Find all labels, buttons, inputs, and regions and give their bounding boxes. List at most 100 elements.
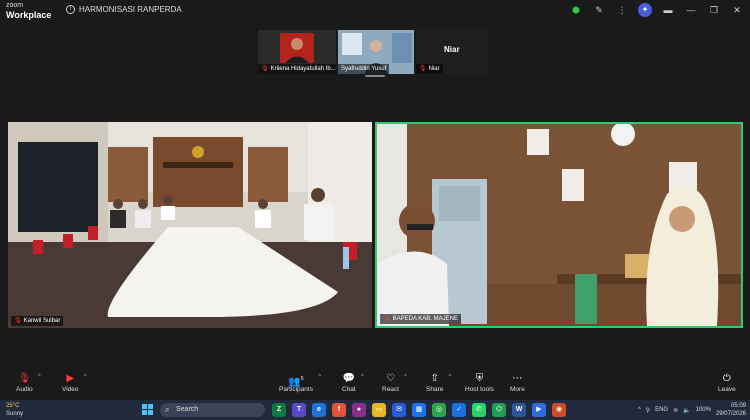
- weather-condition: Sunny: [6, 411, 24, 417]
- chevron-up-icon[interactable]: ^: [361, 374, 364, 380]
- apps-icon[interactable]: ⋮: [615, 3, 629, 17]
- volume-icon[interactable]: 🔈: [683, 407, 690, 414]
- share-label: Share: [426, 386, 444, 393]
- host-tools-button[interactable]: ⛨ Host tools: [465, 372, 494, 393]
- info-icon[interactable]: i: [66, 5, 75, 14]
- clock-time: 05:09: [730, 403, 746, 409]
- mic-muted-icon: 🎙: [261, 66, 269, 72]
- edit-icon[interactable]: ✎: [592, 3, 606, 17]
- language-indicator[interactable]: ENG: [655, 407, 668, 413]
- taskbar-app-icon[interactable]: T: [292, 403, 306, 417]
- security-shield-icon[interactable]: ⬢: [569, 3, 583, 17]
- react-label: React: [382, 386, 399, 393]
- audio-label: Audio: [16, 386, 33, 393]
- windows-start-icon[interactable]: [142, 404, 153, 415]
- ai-companion-icon[interactable]: ✦: [638, 3, 652, 17]
- chrome-icon[interactable]: ◉: [552, 403, 566, 417]
- react-button[interactable]: ♡ React ^: [382, 372, 407, 393]
- meeting-info[interactable]: i HARMONISASI RANPERDA: [66, 5, 182, 14]
- heart-icon: ♡: [386, 373, 395, 384]
- title-bar: zoom Workplace i HARMONISASI RANPERDA ⬢ …: [0, 0, 750, 22]
- file-explorer-icon[interactable]: ▭: [372, 403, 386, 417]
- meeting-title: HARMONISASI RANPERDA: [79, 5, 182, 14]
- chevron-up-icon[interactable]: ^: [638, 407, 641, 413]
- participants-button[interactable]: 👥5 Participants ^: [279, 372, 321, 393]
- taskbar-app-icon[interactable]: ✓: [452, 403, 466, 417]
- mail-icon[interactable]: ✉: [392, 403, 406, 417]
- zoom-taskbar-icon[interactable]: ▶: [532, 403, 546, 417]
- participants-icon: 👥5: [288, 376, 304, 388]
- taskbar-app-icon[interactable]: Z: [272, 403, 286, 417]
- wifi-icon[interactable]: ≋: [673, 407, 678, 414]
- zoom-logo: zoom Workplace: [6, 2, 52, 20]
- brand-line1: zoom: [6, 2, 24, 9]
- conference-room-video: [8, 122, 372, 328]
- meeting-toolbar: 🎙 Audio ^ ▶ Video ^ 👥5 Participants ^ 💬 …: [0, 370, 750, 400]
- participant-thumbnail[interactable]: 🎙 Kriiena Hidayatullah Ib...: [258, 30, 336, 74]
- system-tray: ^ ⚲ ENG ≋ 🔈 100% 05:09 29/07/2026: [638, 402, 746, 418]
- leave-label: Leave: [718, 386, 736, 393]
- chat-label: Chat: [342, 386, 356, 393]
- tile-name: BAPEDA KAB. MAJENE: [392, 316, 458, 322]
- clock[interactable]: 05:09 29/07/2026: [716, 402, 746, 418]
- clock-date: 29/07/2026: [715, 411, 746, 417]
- video-tile-active[interactable]: 🎙 BAPEDA KAB. MAJENE: [375, 122, 743, 328]
- search-icon: ⌕: [165, 405, 170, 414]
- weather-widget[interactable]: 25°C Sunny: [6, 402, 23, 418]
- leave-icon: ⏻: [722, 373, 731, 384]
- window-controls: ⬢ ✎ ⋮ ✦ ▬ — ❐ ✕: [569, 3, 744, 17]
- whatsapp-icon[interactable]: ✆: [472, 403, 486, 417]
- participant-name: Niar: [428, 66, 440, 72]
- chevron-up-icon[interactable]: ^: [318, 374, 321, 380]
- word-icon[interactable]: W: [512, 403, 526, 417]
- taskbar-app-icon[interactable]: ●: [352, 403, 366, 417]
- chevron-up-icon[interactable]: ^: [449, 374, 452, 380]
- chevron-up-icon[interactable]: ^: [38, 374, 41, 380]
- chat-icon: 💬: [342, 373, 356, 384]
- video-tile[interactable]: 🎙 Kanwil Sulbar: [8, 122, 372, 328]
- video-button[interactable]: ▶ Video ^: [62, 372, 87, 393]
- taskbar-app-icon[interactable]: ▦: [412, 403, 426, 417]
- chevron-up-icon[interactable]: ^: [404, 374, 407, 380]
- participant-thumbnail[interactable]: Syafruddin Yusuf: [338, 30, 414, 74]
- weather-temp: 25°C: [6, 403, 20, 409]
- brand-line2: Workplace: [6, 10, 52, 20]
- tile-name-label: 🎙 BAPEDA KAB. MAJENE: [380, 314, 461, 324]
- restore-icon[interactable]: ❐: [707, 3, 721, 17]
- participant-display-name: Niar: [444, 45, 460, 54]
- more-label: More: [510, 386, 525, 393]
- notes-icon[interactable]: ▬: [661, 3, 675, 17]
- mic-muted-icon: 🎙: [419, 66, 427, 72]
- taskbar-search[interactable]: ⌕ Search: [160, 403, 265, 417]
- participants-label: Participants: [279, 386, 313, 393]
- chevron-up-icon[interactable]: ^: [84, 374, 87, 380]
- host-tools-label: Host tools: [465, 386, 494, 393]
- video-label: Video: [62, 386, 79, 393]
- taskbar-app-icon[interactable]: ⌬: [492, 403, 506, 417]
- share-button[interactable]: ⇧ Share ^: [426, 372, 451, 393]
- participants-count: 5: [300, 376, 304, 382]
- firefox-icon[interactable]: f: [332, 403, 346, 417]
- share-screen-icon: ⇧: [430, 373, 439, 384]
- mic-muted-icon: 🎙: [14, 318, 22, 324]
- shield-icon: ⛨: [475, 373, 484, 384]
- windows-taskbar: 25°C Sunny ⌕ Search Z T e f ● ▭ ✉ ▦ ◎ ✓ …: [0, 400, 750, 420]
- chat-button[interactable]: 💬 Chat ^: [342, 372, 364, 393]
- chrome-icon[interactable]: ◎: [432, 403, 446, 417]
- participant-name-bar: 🎙 Kriiena Hidayatullah Ib...: [258, 64, 336, 74]
- battery-percent[interactable]: 100%: [696, 407, 711, 413]
- location-icon[interactable]: ⚲: [646, 407, 650, 414]
- audio-button[interactable]: 🎙 Audio ^: [16, 372, 41, 393]
- participant-name-bar: Syafruddin Yusuf: [338, 64, 390, 74]
- active-speaker-indicator: [365, 75, 385, 77]
- camera-off-icon: ▶: [66, 373, 75, 384]
- participant-name: Kriiena Hidayatullah Ib...: [270, 66, 336, 72]
- edge-icon[interactable]: e: [312, 403, 326, 417]
- minimize-icon[interactable]: —: [684, 3, 698, 17]
- more-button[interactable]: ⋯ More: [510, 372, 525, 393]
- close-icon[interactable]: ✕: [730, 3, 744, 17]
- mic-muted-icon: 🎙: [383, 316, 391, 322]
- mic-muted-icon: 🎙: [17, 373, 31, 384]
- search-placeholder: Search: [176, 406, 199, 413]
- leave-button[interactable]: ⏻ Leave: [718, 372, 736, 393]
